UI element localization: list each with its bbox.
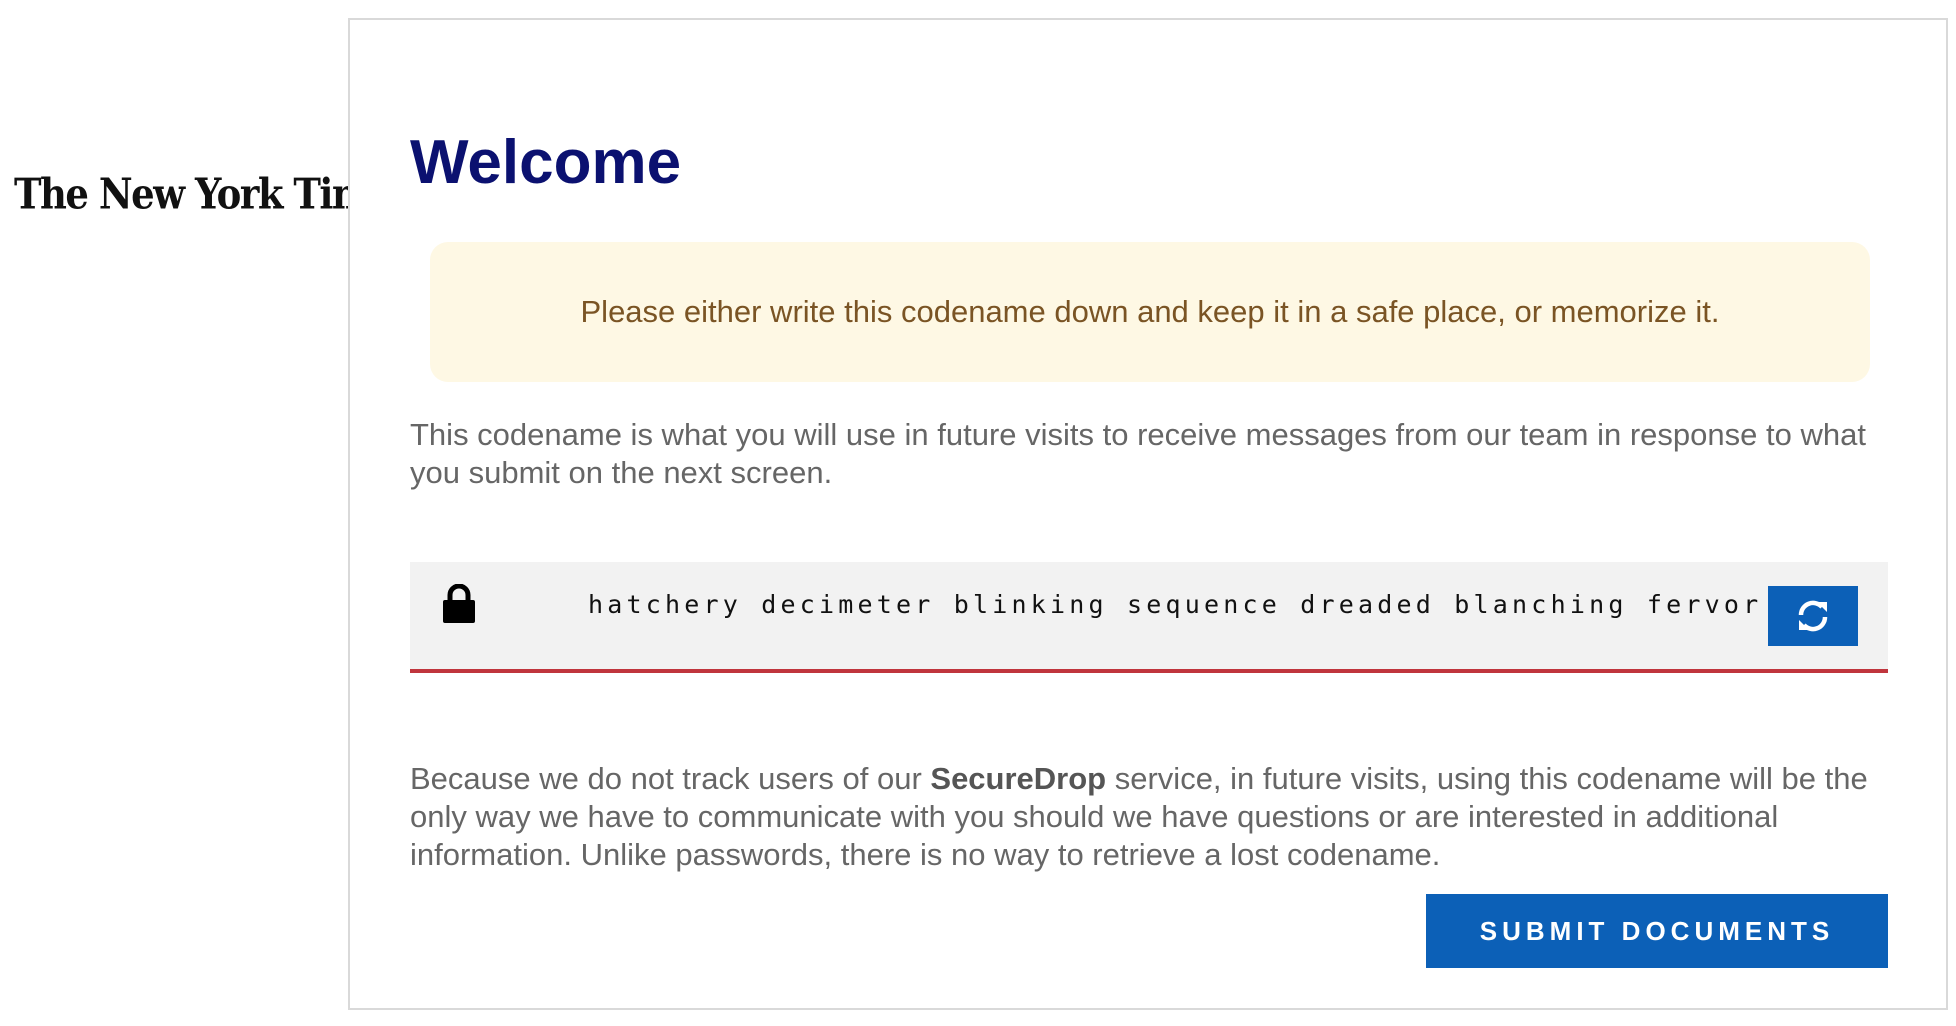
codename-explanation: Because we do not track users of our Sec… [410,760,1890,874]
codename-box: hatchery decimeter blinking sequence dre… [410,562,1888,673]
main-panel: Welcome Please either write this codenam… [348,18,1948,1010]
submit-documents-button[interactable]: SUBMIT DOCUMENTS [1426,894,1888,968]
news-organization-logo: The New York Times [14,168,412,219]
codename-intro-text: This codename is what you will use in fu… [410,417,1866,490]
lock-icon [442,583,476,624]
securedrop-brand: SecureDrop [930,761,1107,796]
regenerate-codename-button[interactable] [1768,586,1858,646]
page-title: Welcome [410,128,682,197]
refresh-icon [1795,598,1831,634]
page: The New York Times Welcome Please either… [0,0,1956,1026]
codename-value: hatchery decimeter blinking sequence dre… [588,590,1763,619]
codename-notice: Please either write this codename down a… [430,242,1870,382]
explanation-text-before: Because we do not track users of our [410,761,931,796]
notice-text: Please either write this codename down a… [580,294,1720,329]
